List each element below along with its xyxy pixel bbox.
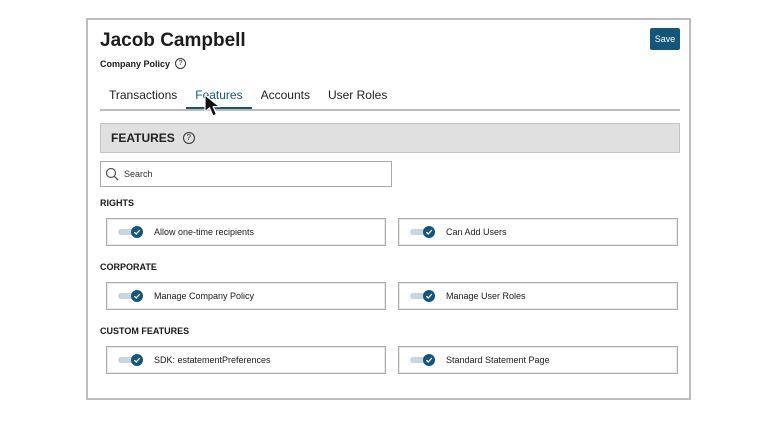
checkmark-icon [425,357,433,363]
feature-label: Can Add Users [446,227,507,237]
tab-user-roles[interactable]: User Roles [319,87,396,107]
feature-card: SDK: estatementPreferences [106,346,386,374]
feature-toggle[interactable] [118,226,144,238]
search-icon [105,167,119,181]
feature-toggle[interactable] [410,226,436,238]
checkmark-icon [133,229,141,235]
tab-bar: Transactions Features Accounts User Role… [100,87,680,111]
feature-toggle[interactable] [410,290,436,302]
feature-label: SDK: estatementPreferences [154,355,271,365]
save-button[interactable]: Save [650,28,680,50]
checkmark-icon [133,357,141,363]
group-label-corporate: CORPORATE [100,262,157,272]
tab-transactions[interactable]: Transactions [100,87,186,107]
checkmark-icon [425,229,433,235]
page-subtitle: Company Policy ? [100,58,187,69]
search-placeholder: Search [124,169,153,179]
group-label-rights: RIGHTS [100,198,135,208]
help-icon[interactable]: ? [182,132,195,144]
feature-card: Can Add Users [398,218,678,246]
feature-label: Allow one-time recipients [154,227,255,237]
feature-label: Standard Statement Page [446,355,550,365]
feature-label: Manage User Roles [446,291,526,301]
checkmark-icon [133,293,141,299]
page-title: Jacob Campbell [100,30,246,51]
tab-accounts[interactable]: Accounts [252,87,319,107]
section-title: FEATURES [111,131,175,145]
checkmark-icon [425,293,433,299]
policy-panel: Jacob Campbell Company Policy ? Save Tra… [86,18,691,400]
group-label-custom-features: CUSTOM FEATURES [100,326,190,336]
feature-toggle[interactable] [118,354,144,366]
subtitle-label: Company Policy [100,58,171,69]
feature-label: Manage Company Policy [154,291,255,301]
help-icon[interactable]: ? [175,58,187,69]
features-section-header: FEATURES ? [100,123,680,153]
feature-toggle[interactable] [410,354,436,366]
search-input[interactable]: Search [100,161,392,187]
feature-toggle[interactable] [118,290,144,302]
feature-card: Manage User Roles [398,282,678,310]
feature-card: Manage Company Policy [106,282,386,310]
feature-card: Standard Statement Page [398,346,678,374]
feature-card: Allow one-time recipients [106,218,386,246]
mouse-pointer-icon [204,94,221,117]
